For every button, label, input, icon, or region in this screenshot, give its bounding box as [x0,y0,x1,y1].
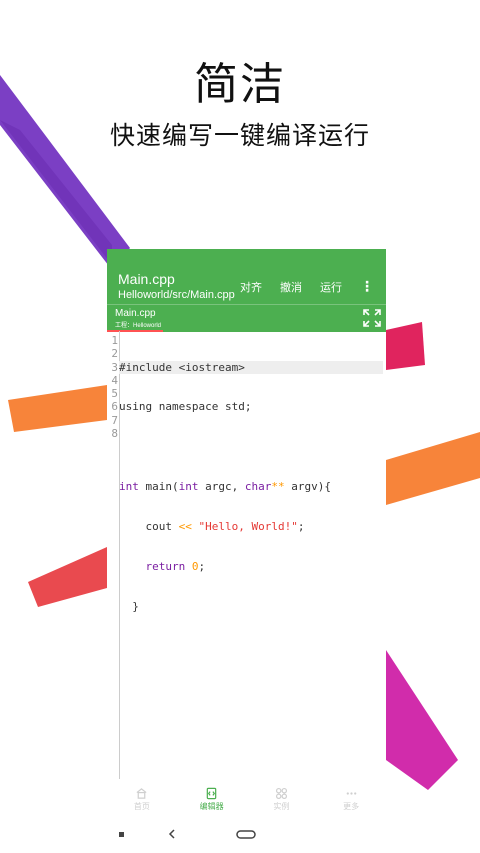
number-token: 0 [191,560,199,574]
more-dots-icon [346,791,356,795]
code-line-4: int main(int argc, char** argv){ [119,480,383,493]
line-number: 1 [111,334,118,347]
operator-token: << [178,520,192,534]
bottom-navigation: 首页 编辑器 实例 更多 [107,779,386,819]
line-number: 4 [111,373,118,387]
examples-icon [275,787,287,799]
line-number: 5 [111,387,118,401]
app-screenshot: Main.cpp Helloworld/src/Main.cpp 对齐 撤消 运… [107,249,386,819]
code-line-1: #include <iostream> [119,360,383,374]
keyword-token: char [244,480,272,494]
line-number: 7 [111,413,118,427]
code-line-5: cout << "Hello, World!"; [119,520,383,533]
magenta-stripe [386,650,458,790]
code-token: argc, [198,480,245,494]
code-token: cout [119,520,179,534]
nav-examples-label: 实例 [273,801,290,811]
code-line-6: return 0; [119,560,383,573]
run-button[interactable]: 运行 [320,279,342,295]
file-title: Main.cpp [118,271,175,287]
nav-more-label: 更多 [343,801,360,811]
operator-token: ** [271,480,285,494]
code-token: main( [138,480,179,494]
back-icon[interactable] [168,829,176,839]
line-number: 8 [111,427,118,441]
line-number: 6 [111,400,118,414]
editor-icon [206,787,217,799]
nav-editor-label: 编辑器 [199,801,224,811]
code-editor[interactable]: 1 2 3 4 5 6 7 8 #include <iostream> usin… [107,331,386,779]
keyword-token: return [145,560,186,574]
file-tab-name: Main.cpp [115,308,156,319]
code-token: ; [297,520,305,534]
pink-stripe-right [386,322,425,370]
nav-more[interactable]: 更多 [316,779,386,819]
keyword-token: int [178,480,199,494]
nav-examples[interactable]: 实例 [247,779,317,819]
nav-home-label: 首页 [133,801,150,811]
fullscreen-icon[interactable] [362,308,382,328]
line-number-gutter: 1 2 3 4 5 6 7 8 [107,334,118,440]
orange-stripe-right [386,432,480,505]
code-token: argv){ [284,480,331,494]
hero-title: 简洁 [194,59,286,110]
red-stripe-left [28,547,107,607]
home-pill-icon[interactable] [236,830,256,839]
line-number: 3 [111,360,118,374]
file-tab-project: 工程：Helloworld [115,323,162,329]
nav-editor[interactable]: 编辑器 [177,779,247,819]
code-line-7: } [119,599,139,613]
code-text: #include <iostream> using namespace std;… [119,334,383,680]
code-token: ; [198,560,206,574]
file-tab[interactable]: Main.cpp 工程：Helloworld [115,308,161,329]
string-token: "Hello, World!" [198,520,298,534]
hero-subtitle: 快速编写一键编译运行 [109,121,370,150]
line-number: 2 [111,347,118,361]
orange-stripe-left [8,385,107,432]
undo-button[interactable]: 撤消 [280,279,302,295]
file-tab-bar: Main.cpp 工程：Helloworld [107,304,386,332]
system-navigation-bar [0,818,480,853]
file-path: Helloworld/src/Main.cpp [118,289,235,301]
app-bar-actions: 对齐 撤消 运行 ⋮ [222,279,374,295]
keyword-token: int [119,480,139,494]
overflow-menu-icon[interactable]: ⋮ [360,279,374,295]
home-icon [136,787,147,799]
recent-apps-icon[interactable] [119,832,125,838]
format-button[interactable]: 对齐 [240,279,262,295]
code-line-2: using namespace std; [119,400,252,414]
app-bar: Main.cpp Helloworld/src/Main.cpp 对齐 撤消 运… [107,249,386,304]
nav-home[interactable]: 首页 [107,779,177,819]
